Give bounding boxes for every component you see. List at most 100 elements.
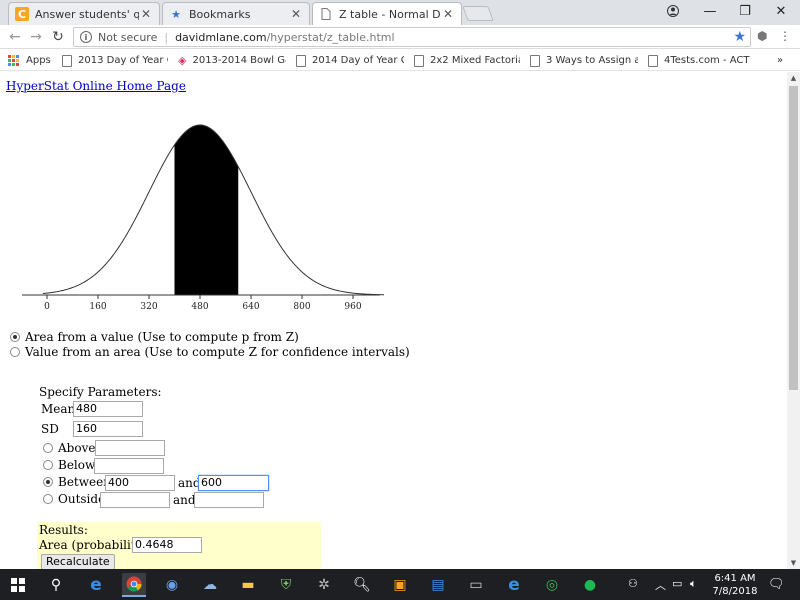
windows-start-icon[interactable] xyxy=(6,573,30,597)
radio-above[interactable] xyxy=(43,443,53,453)
mean-label: Mean xyxy=(41,402,76,416)
tab-title: Z table - Normal Distribu xyxy=(339,7,441,21)
more-bookmarks-icon[interactable]: » xyxy=(777,53,791,68)
new-tab-button[interactable] xyxy=(462,6,494,21)
notifications-icon[interactable]: 🗨︎ xyxy=(768,577,785,592)
tab-title: Bookmarks xyxy=(189,7,251,21)
above-input[interactable] xyxy=(95,440,165,456)
chevron-up-icon[interactable]: ︿ xyxy=(655,577,666,593)
edge-icon[interactable]: e xyxy=(84,573,108,597)
home-link[interactable]: HyperStat Online Home Page xyxy=(6,79,186,93)
scroll-thumb[interactable] xyxy=(789,86,798,390)
app-icon[interactable]: ☁ xyxy=(198,573,222,597)
mean-input[interactable]: 480 xyxy=(73,401,143,417)
bookmark-label: 3 Ways to Assign a D xyxy=(546,55,638,66)
scroll-down-icon[interactable]: ▼ xyxy=(787,557,800,569)
battery-icon[interactable]: ▭ xyxy=(672,577,682,590)
radio-below[interactable] xyxy=(43,460,53,470)
forward-icon[interactable]: → xyxy=(27,28,45,46)
spotify-icon[interactable]: ● xyxy=(578,573,602,597)
reload-icon[interactable]: ↻ xyxy=(49,28,67,46)
scroll-up-icon[interactable]: ▲ xyxy=(787,72,800,84)
people-icon[interactable]: ⚇ xyxy=(628,577,638,590)
bookmark-item[interactable]: ◈ 2013-2014 Bowl Gam xyxy=(178,53,286,68)
below-input[interactable] xyxy=(94,458,164,474)
tab-bookmarks[interactable]: ★ Bookmarks ✕ xyxy=(162,2,310,25)
outside-label: Outside xyxy=(58,492,106,506)
edge-icon[interactable]: e xyxy=(502,573,526,597)
apps-icon xyxy=(8,54,20,67)
mode-option-value-from-area[interactable]: Value from an area (Use to compute Z for… xyxy=(10,345,410,359)
star-icon: ★ xyxy=(171,7,181,21)
mode-label: Area from a value (Use to compute p from… xyxy=(25,330,299,344)
outside-low-input[interactable] xyxy=(100,492,170,508)
bookmark-item[interactable]: 4Tests.com - ACT Ex xyxy=(648,53,752,68)
close-icon[interactable]: ✕ xyxy=(139,7,153,21)
diamond-icon: ◈ xyxy=(178,54,187,67)
bookmark-star-icon[interactable]: ★ xyxy=(733,29,746,45)
close-icon[interactable]: ✕ xyxy=(441,7,455,21)
close-window-button[interactable]: ✕ xyxy=(764,0,798,22)
close-icon[interactable]: ✕ xyxy=(289,7,303,21)
between-high-input[interactable]: 600 xyxy=(198,475,269,491)
magnifier-icon[interactable]: 🔍︎ xyxy=(350,573,374,597)
recalculate-button[interactable]: Recalculate xyxy=(41,554,115,570)
radio-area-from-value[interactable] xyxy=(10,331,20,342)
area-output[interactable]: 0.4648 xyxy=(132,537,202,553)
page-icon xyxy=(296,54,306,67)
clock[interactable]: 6:41 AM 7/8/2018 xyxy=(706,572,764,598)
divider: | xyxy=(164,30,169,44)
restore-button[interactable]: ❐ xyxy=(728,0,762,22)
app-icon[interactable]: ⛨ xyxy=(274,573,298,597)
chrome-icon[interactable] xyxy=(122,573,146,597)
profile-icon[interactable] xyxy=(656,0,690,22)
volume-icon[interactable]: 🔈︎ xyxy=(690,577,697,591)
radio-between[interactable] xyxy=(43,477,53,487)
bookmark-apps[interactable]: Apps xyxy=(8,53,58,68)
address-bar[interactable]: i Not secure | davidmlane.com /hyperstat… xyxy=(73,27,751,47)
app-icon[interactable]: ▤ xyxy=(426,573,450,597)
mode-label: Value from an area (Use to compute Z for… xyxy=(25,345,410,359)
params-heading: Specify Parameters: xyxy=(39,385,162,399)
radio-value-from-area[interactable] xyxy=(10,346,20,357)
app-icon[interactable]: ▣ xyxy=(388,573,412,597)
sd-input[interactable]: 160 xyxy=(73,421,143,437)
x-axis-ticks: 0 160 320 480 640 800 960 xyxy=(44,295,362,312)
shield-icon[interactable]: ⬢ xyxy=(757,29,767,43)
x-tick-label: 160 xyxy=(89,302,106,312)
url-host: davidmlane.com xyxy=(175,30,267,44)
tab-chegg[interactable]: C Answer students' questio ✕ xyxy=(8,2,160,25)
bookmark-label: 2014 Day of Year Cal xyxy=(312,55,404,66)
x-tick-label: 320 xyxy=(140,302,157,312)
back-icon[interactable]: ← xyxy=(6,28,24,46)
vertical-scrollbar[interactable]: ▲ ▼ xyxy=(787,72,800,569)
app-icon[interactable]: ◎ xyxy=(540,573,564,597)
page-content: HyperStat Online Home Page 0 160 320 480 640… xyxy=(0,72,787,570)
search-icon[interactable]: ⚲ xyxy=(44,573,68,597)
bookmark-item[interactable]: 3 Ways to Assign a D xyxy=(530,53,638,68)
outside-high-input[interactable] xyxy=(194,492,264,508)
bookmark-item[interactable]: 2x2 Mixed Factorial xyxy=(414,53,520,68)
between-low-input[interactable]: 400 xyxy=(105,475,175,491)
menu-icon[interactable]: ⋮ xyxy=(779,29,791,43)
app-icon[interactable]: ◉ xyxy=(160,573,184,597)
x-tick-label: 480 xyxy=(191,302,208,312)
url-path: /hyperstat/z_table.html xyxy=(266,30,395,44)
below-label: Below xyxy=(58,458,96,472)
app-icon[interactable]: ✲ xyxy=(312,573,336,597)
tab-z-table[interactable]: Z table - Normal Distribu ✕ xyxy=(312,2,462,25)
minimize-button[interactable]: — xyxy=(693,0,727,22)
bookmark-item[interactable]: 2013 Day of Year Ca xyxy=(62,53,168,68)
area-label: Area (probability) xyxy=(39,538,148,552)
file-explorer-icon[interactable]: ▬ xyxy=(236,573,260,597)
radio-outside[interactable] xyxy=(43,494,53,504)
page-icon xyxy=(648,54,658,67)
mode-option-area-from-value[interactable]: Area from a value (Use to compute p from… xyxy=(10,330,299,344)
browser-toolbar: ← → ↻ i Not secure | davidmlane.com /hyp… xyxy=(0,25,800,49)
bookmark-item[interactable]: 2014 Day of Year Cal xyxy=(296,53,404,68)
info-icon[interactable]: i xyxy=(80,31,92,43)
bookmark-label: Apps xyxy=(26,55,51,66)
x-tick-label: 0 xyxy=(44,302,50,312)
terminal-icon[interactable]: ▭ xyxy=(464,573,488,597)
bookmark-label: 2013 Day of Year Ca xyxy=(78,55,168,66)
